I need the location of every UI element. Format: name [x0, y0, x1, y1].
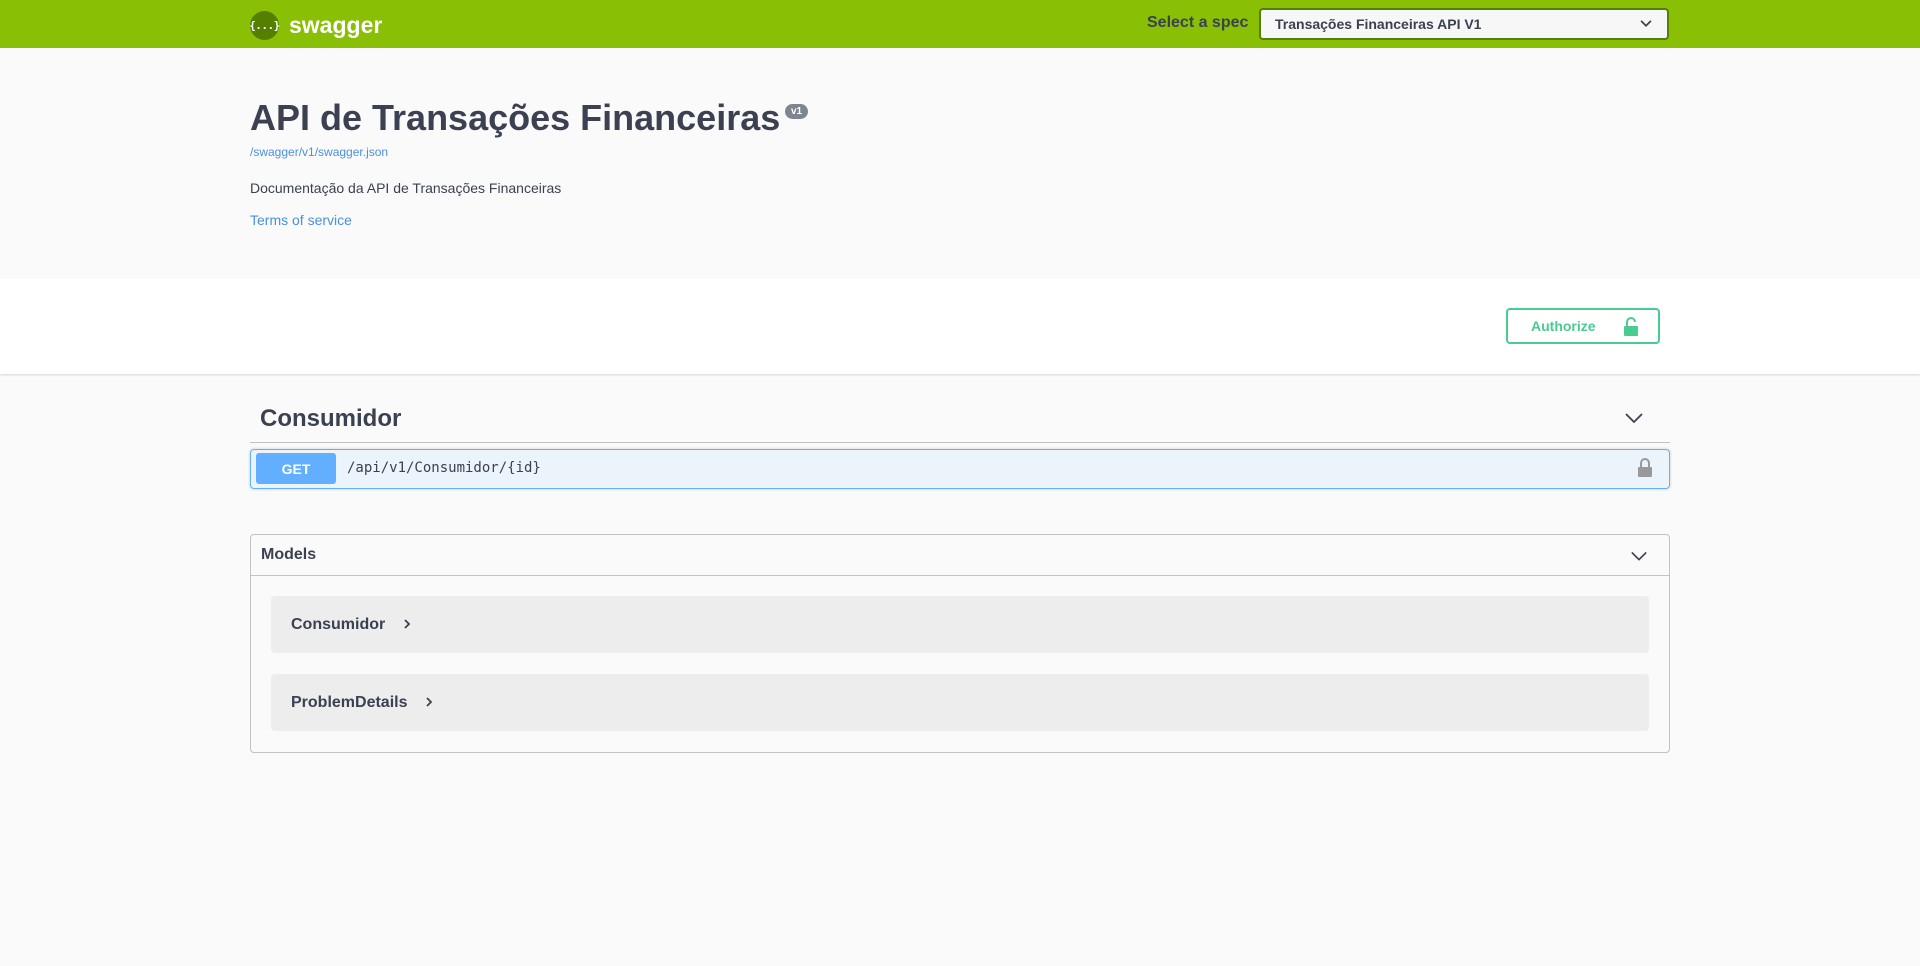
- method-badge: GET: [256, 453, 336, 484]
- model-name: ProblemDetails: [291, 694, 408, 711]
- model-item-consumidor[interactable]: Consumidor: [271, 596, 1649, 653]
- spec-url-link[interactable]: /swagger/v1/swagger.json: [250, 145, 388, 159]
- chevron-down-icon: [1640, 20, 1652, 28]
- logo-glyph: {...}: [249, 18, 280, 32]
- chevron-down-icon[interactable]: [1629, 547, 1649, 565]
- spec-selected-value: Transações Financeiras API V1: [1275, 16, 1482, 32]
- authorize-button[interactable]: Authorize: [1506, 308, 1660, 344]
- lock-icon: [1624, 317, 1638, 336]
- version-badge: v1: [785, 104, 809, 119]
- tag-title: Consumidor: [260, 405, 402, 432]
- model-name: Consumidor: [291, 616, 386, 633]
- spec-label: Select a spec: [1147, 14, 1249, 31]
- logo-text: swagger: [289, 11, 383, 38]
- models-header[interactable]: Models: [251, 535, 1669, 576]
- topbar: {...} swagger Select a spec Transações F…: [0, 0, 1920, 48]
- page-title: API de Transações Financeiras: [250, 97, 781, 138]
- chevron-right-icon: [404, 619, 411, 629]
- chevron-right-icon: [426, 697, 433, 707]
- operation-path: /api/v1/Consumidor/{id}: [347, 460, 541, 476]
- lock-icon[interactable]: [1637, 458, 1653, 478]
- authorize-label: Authorize: [1531, 318, 1596, 334]
- logo-icon: {...}: [249, 10, 280, 40]
- chevron-down-icon[interactable]: [1624, 408, 1644, 428]
- operation-get-consumidor[interactable]: GET /api/v1/Consumidor/{id}: [250, 449, 1670, 489]
- models-section: Models Consumidor ProblemDetails: [250, 534, 1670, 753]
- tag-header-consumidor[interactable]: Consumidor: [250, 400, 1670, 443]
- models-title: Models: [261, 546, 317, 563]
- spec-select[interactable]: Transações Financeiras API V1: [1259, 8, 1669, 40]
- model-item-problemdetails[interactable]: ProblemDetails: [271, 674, 1649, 731]
- terms-of-service-link[interactable]: Terms of service: [250, 212, 352, 228]
- swagger-logo[interactable]: {...} swagger: [249, 10, 383, 40]
- api-description: Documentação da API de Transações Financ…: [250, 180, 562, 196]
